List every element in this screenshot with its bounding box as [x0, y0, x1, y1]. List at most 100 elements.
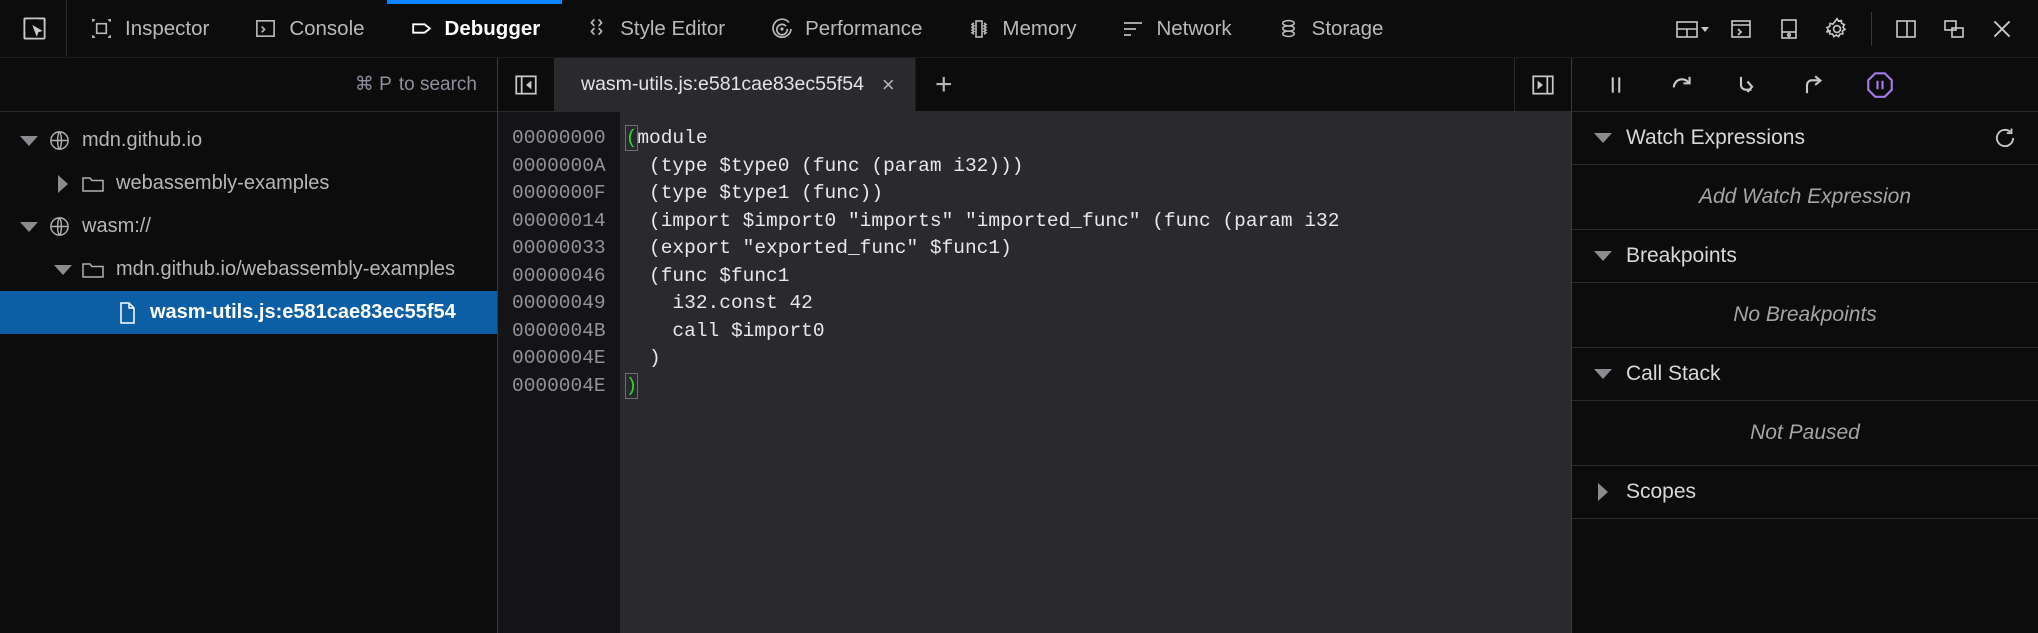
section-title: Watch Expressions [1626, 126, 1805, 150]
devtools-window: Inspector Console Debugger [0, 0, 2038, 633]
tab-label: Network [1156, 17, 1231, 41]
offset-line: 00000046 [512, 265, 606, 287]
code-line: ) [626, 345, 1571, 373]
tree-item-label: webassembly-examples [116, 172, 329, 195]
tree-item-label: wasm:// [82, 215, 151, 238]
pause-button[interactable] [1596, 65, 1636, 105]
storage-icon [1276, 16, 1301, 41]
tab-inspector[interactable]: Inspector [67, 0, 231, 57]
tree-item-wasm-utils-js[interactable]: wasm-utils.js:e581cae83ec55f54 [0, 291, 497, 334]
performance-icon [769, 16, 794, 41]
folder-icon [78, 173, 108, 195]
split-console-icon[interactable] [1719, 7, 1763, 51]
refresh-icon[interactable] [1992, 125, 2018, 151]
devtools-toolbar-controls [1671, 0, 2038, 57]
tree-item-label: wasm-utils.js:e581cae83ec55f54 [150, 301, 456, 324]
code-text: (func $func1 [626, 265, 790, 287]
chevron-down-icon[interactable] [14, 222, 44, 232]
code-text: (type $type1 (func)) [626, 182, 883, 204]
file-icon [112, 301, 142, 325]
chevron-down-icon[interactable] [1588, 133, 1618, 143]
code-text: ) [626, 347, 661, 369]
section-header-watch-expressions[interactable]: Watch Expressions [1572, 112, 2038, 165]
settings-gear-icon[interactable] [1815, 7, 1859, 51]
new-tab-button[interactable]: + [916, 58, 972, 111]
tab-storage[interactable]: Storage [1254, 0, 1406, 57]
code-text: module [637, 127, 707, 149]
pause-on-exceptions-button[interactable] [1860, 65, 1900, 105]
tree-item-wasm-scheme[interactable]: wasm:// [0, 205, 497, 248]
tab-debugger[interactable]: Debugger [387, 0, 563, 57]
breakpoints-empty: No Breakpoints [1572, 283, 2038, 348]
section-header-call-stack[interactable]: Call Stack [1572, 347, 2038, 401]
section-header-scopes[interactable]: Scopes [1572, 465, 2038, 519]
tab-console[interactable]: Console [231, 0, 386, 57]
code-line: (type $type1 (func)) [626, 180, 1571, 208]
code-line: (module [626, 125, 1571, 153]
tree-item-wasm-folder[interactable]: mdn.github.io/webassembly-examples [0, 248, 497, 291]
previous-source-icon[interactable] [498, 58, 555, 111]
offset-line: 0000000F [512, 182, 606, 204]
step-over-button[interactable] [1662, 65, 1702, 105]
offset-line: 00000049 [512, 292, 606, 314]
wat-source-view[interactable]: 00000000 0000000A 0000000F 00000014 0000… [498, 112, 1571, 633]
section-title: Scopes [1626, 480, 1696, 504]
tab-label: Debugger [445, 17, 541, 41]
section-title: Breakpoints [1626, 244, 1737, 268]
debugger-accordion: Watch Expressions Add Watch Expression B… [1572, 112, 2038, 633]
call-stack-empty: Not Paused [1572, 401, 2038, 466]
offset-line: 0000000A [512, 155, 606, 177]
chevron-down-icon[interactable] [1588, 369, 1618, 379]
tab-performance[interactable]: Performance [747, 0, 944, 57]
offset-line: 0000004E [512, 347, 606, 369]
memory-icon [966, 16, 991, 41]
dock-to-side-icon[interactable] [1884, 7, 1928, 51]
tab-style-editor[interactable]: Style Editor [562, 0, 747, 57]
tab-memory[interactable]: Memory [944, 0, 1098, 57]
dock-separate-window-icon[interactable] [1932, 7, 1976, 51]
watch-expressions-empty[interactable]: Add Watch Expression [1572, 165, 2038, 230]
tab-network[interactable]: Network [1098, 0, 1253, 57]
tab-label: Style Editor [620, 17, 725, 41]
globe-icon [44, 215, 74, 238]
chevron-down-icon[interactable] [1588, 251, 1618, 261]
chevron-right-icon[interactable] [1588, 483, 1618, 501]
layout-split-dropdown-icon[interactable] [1671, 7, 1715, 51]
offset-gutter: 00000000 0000000A 0000000F 00000014 0000… [498, 112, 620, 633]
toggle-editor-panel-icon[interactable] [1514, 58, 1571, 111]
chevron-down-icon[interactable] [48, 265, 78, 275]
tab-label: Performance [805, 17, 922, 41]
section-title: Call Stack [1626, 362, 1721, 386]
tree-item-label: mdn.github.io/webassembly-examples [116, 258, 455, 281]
element-picker-group [0, 0, 67, 57]
folder-icon [78, 259, 108, 281]
matching-bracket: ) [626, 374, 638, 398]
section-header-breakpoints[interactable]: Breakpoints [1572, 229, 2038, 283]
element-picker-icon[interactable] [16, 11, 52, 47]
sources-search-bar[interactable]: ⌘ P to search [0, 58, 497, 112]
offset-line: 00000000 [512, 127, 606, 149]
search-hint: ⌘ P to search [355, 73, 477, 96]
source-tab-wasm-utils[interactable]: wasm-utils.js:e581cae83ec55f54 × [555, 58, 916, 111]
step-out-button[interactable] [1794, 65, 1834, 105]
chevron-down-icon[interactable] [14, 136, 44, 146]
offset-line: 0000004B [512, 320, 606, 342]
matching-bracket: ( [626, 126, 638, 150]
source-tab-label: wasm-utils.js:e581cae83ec55f54 [581, 73, 864, 96]
chevron-right-icon[interactable] [48, 175, 78, 193]
code-line: ) [626, 373, 1571, 401]
tab-label: Memory [1002, 17, 1076, 41]
responsive-design-mode-icon[interactable] [1767, 7, 1811, 51]
wat-code[interactable]: (module (type $type0 (func (param i32)))… [620, 112, 1571, 633]
close-devtools-icon[interactable] [1980, 7, 2024, 51]
close-icon[interactable]: × [882, 74, 895, 96]
source-editor-pane: wasm-utils.js:e581cae83ec55f54 × + 00000… [498, 58, 1572, 633]
tree-item-webassembly-examples[interactable]: webassembly-examples [0, 162, 497, 205]
toolbar-spacer [1405, 0, 1671, 57]
inspector-icon [89, 16, 114, 41]
code-text: i32.const 42 [626, 292, 813, 314]
code-line: (export "exported_func" $func1) [626, 235, 1571, 263]
tree-item-mdn-github-io[interactable]: mdn.github.io [0, 119, 497, 162]
step-in-button[interactable] [1728, 65, 1768, 105]
code-line: (type $type0 (func (param i32))) [626, 153, 1571, 181]
